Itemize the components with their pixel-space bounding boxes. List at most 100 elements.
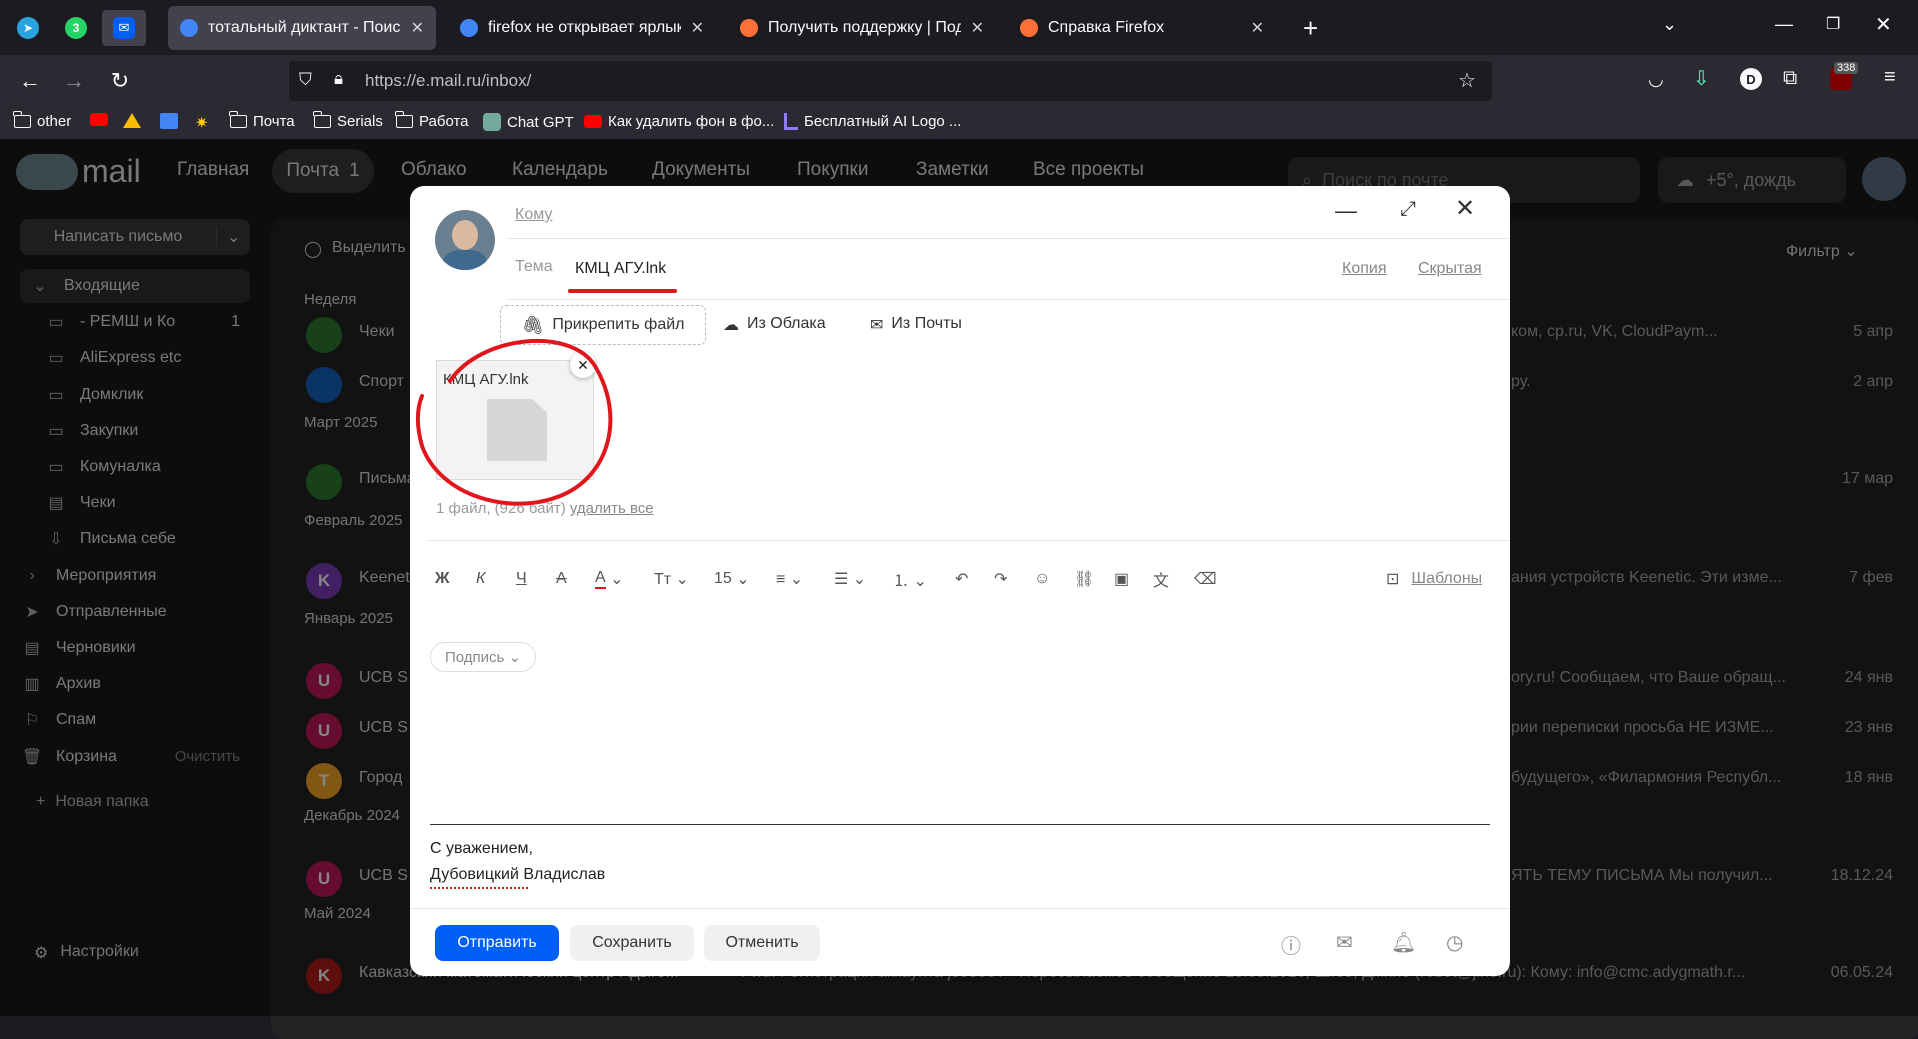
tab-3[interactable]: Получить поддержку | Поддержка ✕ <box>728 6 996 50</box>
italic-button[interactable]: К <box>476 566 485 592</box>
save-button[interactable]: Сохранить <box>570 925 694 961</box>
signature-line-1: С уважением, <box>430 840 533 857</box>
forward-button[interactable]: → <box>58 65 90 97</box>
close-window-button[interactable]: ✕ <box>1875 12 1892 37</box>
strikethrough-button[interactable]: A <box>556 566 567 592</box>
downloads-icon[interactable]: ⇩ <box>1693 66 1710 91</box>
close-compose-button[interactable]: ✕ <box>1455 194 1475 223</box>
signature-button[interactable]: Подпись ⌄ <box>430 642 537 672</box>
bookmark-rabota[interactable]: Работа <box>395 111 469 130</box>
reload-button[interactable]: ↻ <box>104 65 136 97</box>
divider <box>506 299 1510 300</box>
annotation-circle <box>415 338 613 506</box>
back-button[interactable]: ← <box>14 65 46 97</box>
divider <box>506 238 1510 239</box>
folder-icon <box>13 111 31 128</box>
clear-format-icon[interactable]: ⌫ <box>1194 566 1217 592</box>
bookmark-sun[interactable]: ✷ <box>195 113 208 133</box>
text-color-button[interactable]: A ⌄ <box>595 566 624 592</box>
tab-bar: ➤ 3 ✉ тотальный диктант - Поиск в Google… <box>0 0 1918 55</box>
app-menu-icon[interactable]: ≡ <box>1884 66 1896 89</box>
numbered-list-button[interactable]: ⒈ ⌄ <box>893 566 927 592</box>
minimize-window-button[interactable]: — <box>1775 14 1793 35</box>
templates-button[interactable]: ⊡ Шаблоны <box>1386 566 1482 592</box>
divider <box>410 908 1510 909</box>
redo-icon[interactable]: ↷ <box>994 566 1007 592</box>
envelope-icon: ✉ <box>870 317 884 334</box>
schedule-clock-icon[interactable]: ◷ <box>1446 930 1463 955</box>
bold-button[interactable]: Ж <box>435 566 449 592</box>
bookmark-pochta[interactable]: Почта <box>229 111 295 130</box>
image-icon[interactable]: ▣ <box>1114 566 1129 592</box>
importance-icon[interactable]: ⓘ <box>1281 930 1301 959</box>
font-size-select[interactable]: 15 ⌄ <box>714 566 750 592</box>
folder-icon <box>313 111 331 128</box>
pinned-tab-whatsapp[interactable]: 3 <box>54 10 98 46</box>
emoji-icon[interactable]: ☺ <box>1034 566 1050 592</box>
pocket-icon[interactable]: ◡ <box>1648 69 1664 90</box>
bookmark-star-icon[interactable]: ☆ <box>1458 68 1476 93</box>
bcc-link[interactable]: Скрытая <box>1418 260 1482 278</box>
translate-icon[interactable]: 文 <box>1153 566 1169 592</box>
link-icon[interactable]: ⛓ <box>1074 566 1094 592</box>
google-translate-icon <box>160 113 178 129</box>
to-field[interactable]: Кому <box>515 206 552 224</box>
expand-icon[interactable]: ⤢ <box>1400 198 1416 221</box>
tab-favicon-icon <box>460 19 478 37</box>
send-button[interactable]: Отправить <box>435 925 559 961</box>
indent-button[interactable]: ☰ ⌄ <box>834 566 866 592</box>
bookmark-serials[interactable]: Serials <box>313 111 383 130</box>
bookmark-other[interactable]: other <box>13 111 71 130</box>
close-tab-icon[interactable]: ✕ <box>971 18 984 38</box>
read-receipt-icon[interactable]: ✉ <box>1336 930 1353 955</box>
reminder-bell-icon[interactable]: 🔔︎ <box>1391 930 1416 955</box>
url-text[interactable]: https://e.mail.ru/inbox/ <box>365 71 531 91</box>
tab-title: тотальный диктант - Поиск в Google <box>208 19 401 36</box>
bookmark-youtube[interactable] <box>90 113 108 126</box>
tab-4[interactable]: Справка Firefox ✕ <box>1008 6 1276 50</box>
cc-link[interactable]: Копия <box>1342 260 1386 278</box>
restore-window-button[interactable]: ❐ <box>1826 14 1840 34</box>
sun-icon: ✷ <box>195 115 209 132</box>
undo-icon[interactable]: ↶ <box>955 566 968 592</box>
underline-button[interactable]: Ч <box>516 566 527 592</box>
tab-title: Справка Firefox <box>1048 19 1165 36</box>
close-tab-icon[interactable]: ✕ <box>1251 18 1264 38</box>
tab-1[interactable]: тотальный диктант - Поиск в Google ✕ <box>168 6 436 50</box>
compose-dialog: Кому — ⤢ ✕ Тема КМЦ АГУ.lnk Копия Скрыта… <box>410 186 1510 976</box>
bookmark-remove-bg[interactable]: Как удалить фон в фо... <box>584 113 774 130</box>
align-button[interactable]: ≡ ⌄ <box>776 566 803 592</box>
ublock-badge: 338 <box>1834 62 1859 74</box>
subject-label: Тема <box>515 258 553 275</box>
font-style-button[interactable]: Tт ⌄ <box>654 566 689 592</box>
lock-icon[interactable]: 🔒︎ <box>334 69 343 89</box>
tab-2[interactable]: firefox не открывает ярлык папки ✕ <box>448 6 716 50</box>
pinned-tab-mail[interactable]: ✉ <box>102 10 146 46</box>
template-icon: ⊡ <box>1386 571 1400 588</box>
folder-icon <box>229 111 247 128</box>
bookmark-translate[interactable] <box>160 113 178 129</box>
close-tab-icon[interactable]: ✕ <box>691 18 704 38</box>
account-avatar[interactable]: D <box>1740 68 1762 90</box>
pinned-tab-telegram[interactable]: ➤ <box>6 10 50 46</box>
from-cloud-button[interactable]: ☁ Из Облака <box>723 315 826 335</box>
from-mail-button[interactable]: ✉ Из Почты <box>870 315 962 335</box>
youtube-icon <box>90 113 108 126</box>
subject-input[interactable]: КМЦ АГУ.lnk <box>575 260 666 278</box>
bookmark-chatgpt[interactable]: Chat GPT <box>483 113 574 131</box>
shield-icon[interactable]: ⛉ <box>299 70 312 90</box>
tab-favicon-icon <box>1020 19 1038 37</box>
cloud-icon: ☁ <box>723 317 739 334</box>
bookmark-drive[interactable] <box>123 113 141 128</box>
tab-favicon-icon <box>740 19 758 37</box>
list-all-tabs-icon[interactable]: ⌄ <box>1662 14 1677 35</box>
extensions-icon[interactable]: ⧉ <box>1783 67 1797 90</box>
minimize-compose-button[interactable]: — <box>1335 198 1357 224</box>
url-bar[interactable]: ⛉ 🔒︎ https://e.mail.ru/inbox/ ☆ <box>289 61 1492 101</box>
close-tab-icon[interactable]: ✕ <box>411 18 424 38</box>
cancel-button[interactable]: Отменить <box>704 925 820 961</box>
telegram-icon: ➤ <box>17 17 39 39</box>
new-tab-button[interactable]: + <box>1303 13 1318 44</box>
bookmark-ai-logo[interactable]: Бесплатный AI Logo ... <box>784 113 961 130</box>
message-body[interactable] <box>430 684 1490 894</box>
